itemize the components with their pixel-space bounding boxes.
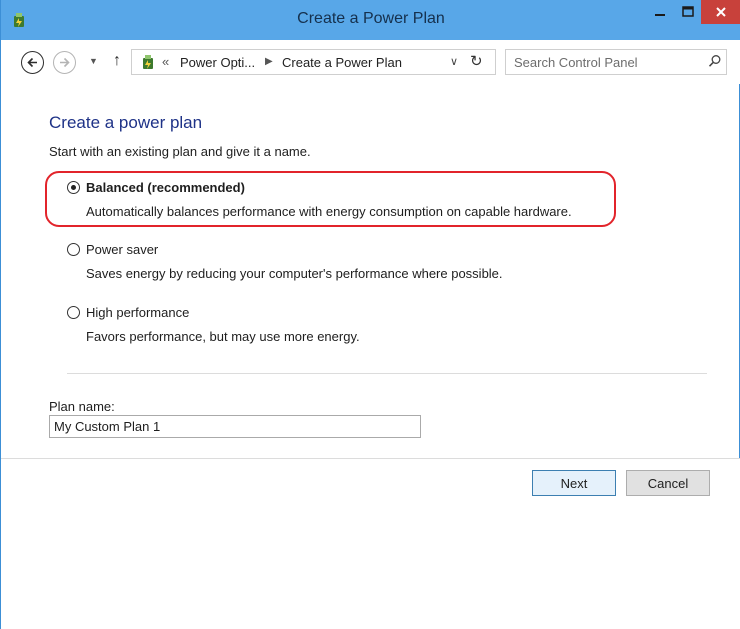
search-icon[interactable]	[708, 54, 722, 73]
option-label-high-performance[interactable]: High performance	[86, 305, 189, 320]
minimize-button[interactable]	[645, 0, 675, 24]
plan-name-input[interactable]	[49, 415, 421, 438]
option-desc-power-saver: Saves energy by reducing your computer's…	[86, 266, 503, 281]
search-box[interactable]	[505, 49, 727, 75]
radio-power-saver[interactable]	[67, 243, 80, 256]
power-options-icon	[138, 52, 158, 72]
forward-button[interactable]	[53, 51, 76, 74]
recent-pages-chevron-icon[interactable]: ▼	[89, 56, 98, 66]
breadcrumb-power-options[interactable]: Power Opti...	[180, 55, 255, 70]
maximize-icon	[682, 6, 694, 17]
cancel-button[interactable]: Cancel	[626, 470, 710, 496]
radio-high-performance[interactable]	[67, 306, 80, 319]
intro-text: Start with an existing plan and give it …	[49, 144, 311, 159]
radio-balanced[interactable]	[67, 181, 80, 194]
refresh-icon[interactable]: ↻	[470, 52, 483, 70]
page-title: Create a power plan	[49, 113, 203, 132]
main-content: Create a power plan Start with an existi…	[1, 84, 740, 629]
option-desc-high-performance: Favors performance, but may use more ene…	[86, 329, 360, 344]
search-input[interactable]	[506, 50, 696, 74]
minimize-icon	[655, 14, 665, 16]
maximize-button[interactable]	[675, 0, 701, 24]
section-divider	[67, 373, 707, 374]
address-bar[interactable]: « Power Opti... ▶ Create a Power Plan ∨ …	[131, 49, 496, 75]
title-bar[interactable]: Create a Power Plan	[1, 0, 740, 40]
close-button[interactable]	[701, 0, 740, 24]
forward-arrow-icon	[60, 57, 70, 68]
navigation-bar: ▼ ↑ « Power Opti... ▶ Create a Power Pla…	[1, 40, 740, 84]
power-plan-window: Create a Power Plan ▼ ↑ « Power Opti... …	[0, 0, 740, 629]
window-title: Create a Power Plan	[297, 10, 445, 27]
back-button[interactable]	[21, 51, 44, 74]
breadcrumb-separator-icon[interactable]: ▶	[265, 56, 273, 67]
address-dropdown-icon[interactable]: ∨	[450, 55, 458, 68]
next-button[interactable]: Next	[532, 470, 616, 496]
up-arrow-icon[interactable]: ↑	[113, 52, 121, 70]
back-arrow-icon	[27, 57, 37, 68]
breadcrumb-create-power-plan[interactable]: Create a Power Plan	[282, 55, 402, 70]
overflow-chevron-icon[interactable]: «	[162, 54, 169, 69]
option-label-power-saver[interactable]: Power saver	[86, 242, 158, 257]
close-icon	[716, 7, 726, 17]
plan-name-label: Plan name:	[49, 399, 115, 414]
option-label-balanced[interactable]: Balanced (recommended)	[86, 180, 245, 195]
option-desc-balanced: Automatically balances performance with …	[86, 204, 572, 219]
